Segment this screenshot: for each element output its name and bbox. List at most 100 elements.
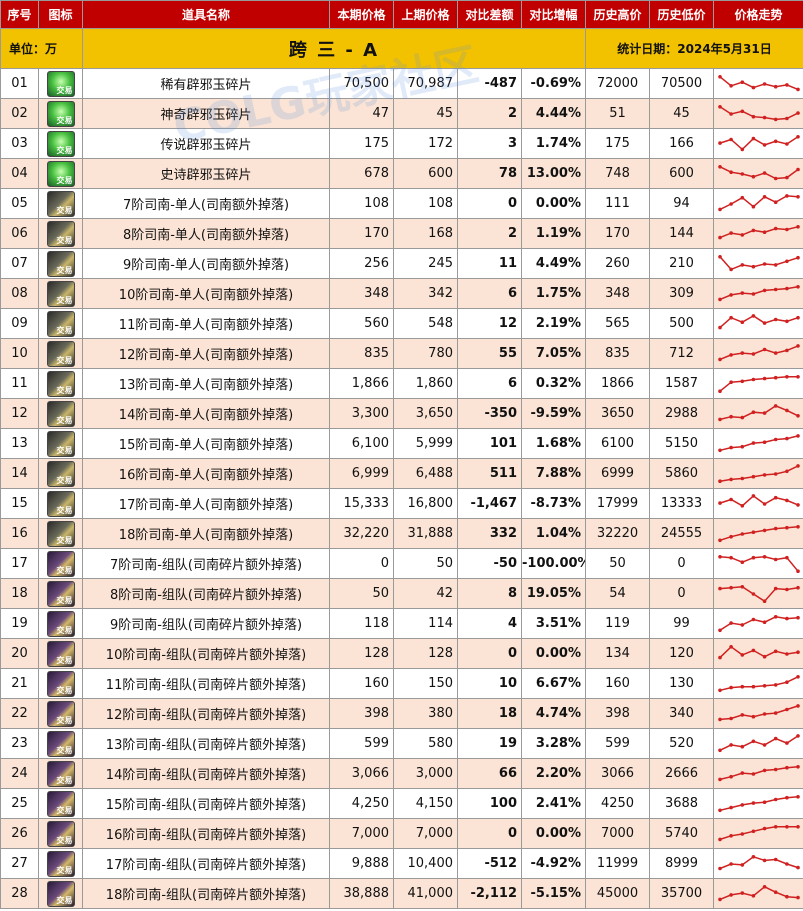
- sinan-team-icon: 交易: [46, 700, 75, 727]
- history-high: 51: [585, 98, 650, 129]
- price-trend-sparkline: [717, 824, 800, 841]
- trend-point: [751, 493, 755, 498]
- trend-point: [762, 858, 766, 862]
- trend-point: [773, 824, 777, 829]
- current-price: 118: [329, 608, 394, 639]
- trend-point: [795, 585, 800, 589]
- trend-point: [762, 142, 766, 147]
- trend-point: [751, 739, 755, 743]
- trade-badge: 交易: [56, 385, 73, 395]
- row-icon-cell: 交易: [38, 308, 83, 339]
- trend-point: [784, 616, 789, 620]
- row-icon-cell: 交易: [38, 518, 83, 549]
- current-price: 170: [329, 218, 394, 249]
- sinan-solo-icon: 交易: [46, 250, 75, 277]
- trend-point: [751, 136, 755, 140]
- trend-point: [773, 84, 777, 88]
- item-name: 稀有辟邪玉碎片: [82, 68, 330, 99]
- price-diff: 3: [457, 128, 522, 159]
- sinan-solo-icon: 交易: [46, 490, 75, 517]
- price-diff: 511: [457, 458, 522, 489]
- trend-point: [740, 712, 744, 717]
- trend-point: [717, 655, 722, 659]
- price-change-pct: 7.88%: [521, 458, 586, 489]
- trade-badge: 交易: [56, 415, 73, 425]
- trend-point: [740, 744, 744, 748]
- trend-point: [717, 74, 722, 79]
- trend-point: [784, 740, 789, 745]
- trend-point: [795, 615, 800, 619]
- trade-badge: 交易: [56, 505, 73, 515]
- price-change-pct: 4.74%: [521, 698, 586, 729]
- row-index: 07: [0, 248, 39, 279]
- row-icon-cell: 交易: [38, 878, 83, 909]
- trend-point: [762, 501, 766, 506]
- trend-point: [728, 861, 733, 866]
- price-change-pct: 19.05%: [521, 578, 586, 609]
- trend-point: [784, 259, 789, 263]
- history-low: 130: [649, 668, 714, 699]
- price-trend-cell: [713, 368, 803, 399]
- current-price: 348: [329, 278, 394, 309]
- row-index: 06: [0, 218, 39, 249]
- trend-point: [784, 861, 789, 866]
- current-price: 3,066: [329, 758, 394, 789]
- price-trend-sparkline: [717, 554, 800, 573]
- current-price: 560: [329, 308, 394, 339]
- history-low: 8999: [649, 848, 714, 879]
- row-icon-cell: 交易: [38, 578, 83, 609]
- trade-badge: 交易: [56, 115, 73, 125]
- row-index: 02: [0, 98, 39, 129]
- trend-point: [773, 317, 777, 321]
- previous-price: 548: [393, 308, 458, 339]
- table-row: 20 交易 10阶司南-组队(司南碎片额外掉落) 128 128 0 0.00% 134 120: [0, 638, 803, 669]
- previous-price: 41,000: [393, 878, 458, 909]
- row-icon-cell: 交易: [38, 98, 83, 129]
- previous-price: 50: [393, 548, 458, 579]
- trend-point: [717, 254, 722, 259]
- history-high: 1866: [585, 368, 650, 399]
- price-trend-cell: [713, 218, 803, 249]
- current-price: 32,220: [329, 518, 394, 549]
- row-icon-cell: 交易: [38, 818, 83, 849]
- trend-point: [728, 497, 733, 501]
- trend-point: [762, 472, 766, 477]
- trade-badge: 交易: [56, 805, 73, 815]
- price-diff: 6: [457, 278, 522, 309]
- trend-point: [728, 292, 733, 297]
- trend-point: [762, 410, 766, 415]
- trend-point: [784, 498, 789, 502]
- trade-badge: 交易: [56, 235, 73, 245]
- price-trend-sparkline: [717, 794, 800, 812]
- trend-point: [717, 897, 722, 901]
- trend-point: [740, 890, 744, 895]
- trend-point: [795, 343, 800, 348]
- trend-line: [719, 375, 798, 392]
- trend-point: [728, 445, 733, 449]
- row-index: 14: [0, 458, 39, 489]
- current-price: 7,000: [329, 818, 394, 849]
- trade-badge: 交易: [56, 625, 73, 635]
- trend-point: [762, 439, 766, 444]
- trend-point: [784, 141, 789, 146]
- price-trend-cell: [713, 758, 803, 789]
- trend-point: [728, 620, 733, 625]
- sinan-team-icon: 交易: [46, 610, 75, 637]
- price-diff: -1,467: [457, 488, 522, 519]
- price-diff: -50: [457, 548, 522, 579]
- row-icon-cell: 交易: [38, 188, 83, 219]
- row-icon-cell: 交易: [38, 668, 83, 699]
- history-low: 500: [649, 308, 714, 339]
- trend-point: [773, 614, 777, 619]
- trade-badge: 交易: [56, 355, 73, 365]
- green-jade-fragment-icon: 交易: [46, 100, 75, 127]
- trend-line: [719, 825, 798, 840]
- price-diff: 12: [457, 308, 522, 339]
- trend-point: [762, 598, 766, 603]
- item-name: 14阶司南-单人(司南额外掉落): [82, 398, 330, 429]
- trend-point: [762, 528, 766, 532]
- row-index: 22: [0, 698, 39, 729]
- previous-price: 600: [393, 158, 458, 189]
- previous-price: 114: [393, 608, 458, 639]
- trend-point: [773, 797, 777, 801]
